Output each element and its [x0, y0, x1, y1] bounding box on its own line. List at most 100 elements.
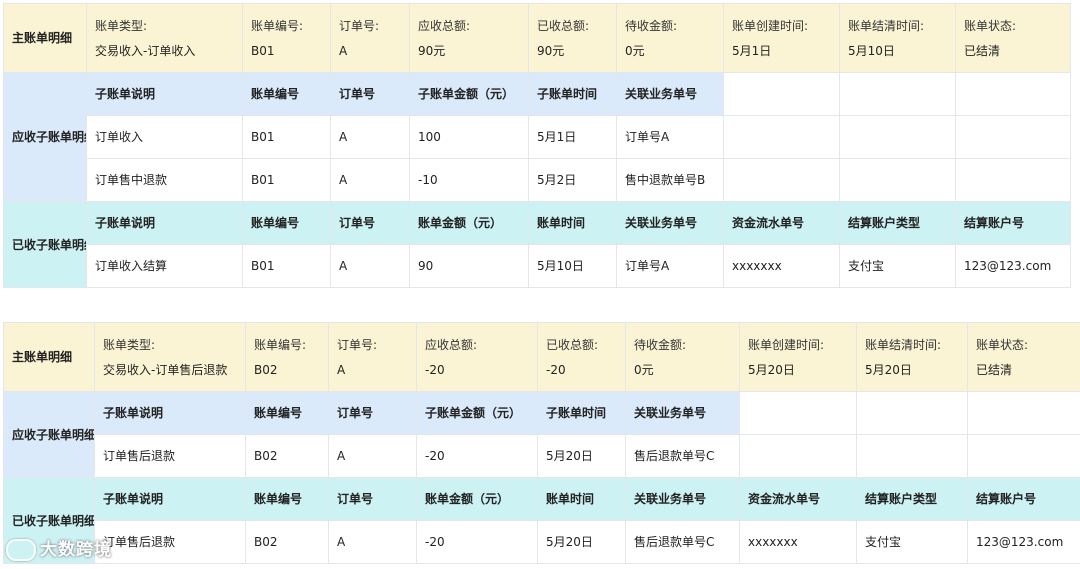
bill-table-b01: 主账单明细 账单类型: 交易收入-订单收入 账单编号: B01 订单号: A 应收总额…	[3, 3, 1071, 288]
table-row: 订单收入 B01 A 100 5月1日 订单号A	[4, 115, 1071, 159]
column-header: 订单号	[328, 391, 417, 435]
cell: 123@123.com	[967, 520, 1080, 564]
empty-cell	[739, 391, 857, 435]
cell: A	[330, 115, 410, 159]
empty-cell	[856, 391, 968, 435]
section-received: 已收子账单明细	[3, 201, 87, 288]
section-receivable: 应收子账单明细	[3, 72, 87, 202]
column-header: 关联业务单号	[616, 72, 724, 116]
table-row: 订单收入结算 B01 A 90 5月10日 订单号A xxxxxxx 支付宝 1…	[4, 244, 1071, 288]
cell: 支付宝	[856, 520, 968, 564]
empty-cell	[839, 158, 956, 202]
cell: 5月2日	[528, 158, 617, 202]
column-header: 订单号	[330, 72, 410, 116]
column-header: 订单号	[328, 477, 417, 521]
column-header: 子账单时间	[537, 391, 626, 435]
field-bill-status: 账单状态: 已结清	[955, 3, 1071, 73]
column-header: 结算账户类型	[839, 201, 956, 245]
empty-cell	[839, 115, 956, 159]
field-total-received: 已收总额: 90元	[528, 3, 617, 73]
field-total-received: 已收总额: -20	[537, 322, 626, 392]
column-header: 账单金额（元）	[416, 477, 538, 521]
main-bill-row: 主账单明细 账单类型: 交易收入-订单售后退款 账单编号: B02 订单号: A 应收…	[3, 322, 1080, 392]
cell: A	[330, 244, 410, 288]
column-header: 账单编号	[242, 72, 331, 116]
empty-cell	[856, 434, 968, 478]
column-header: 关联业务单号	[616, 201, 724, 245]
column-header: 订单号	[330, 201, 410, 245]
cell: 订单号A	[616, 244, 724, 288]
cell: 售后退款单号C	[625, 434, 740, 478]
cell: 123@123.com	[955, 244, 1071, 288]
cell: 订单售中退款	[86, 158, 243, 202]
cell: 5月10日	[528, 244, 617, 288]
column-header: 账单编号	[245, 391, 329, 435]
cell: 订单售后退款	[94, 434, 246, 478]
empty-cell	[739, 434, 857, 478]
cell: 售中退款单号B	[616, 158, 724, 202]
cell: xxxxxxx	[739, 520, 857, 564]
field-pending-amount: 待收金额: 0元	[616, 3, 724, 73]
column-header: 子账单说明	[94, 477, 246, 521]
cell: -20	[416, 434, 538, 478]
field-bill-no: 账单编号: B01	[242, 3, 331, 73]
field-order-no: 订单号: A	[330, 3, 410, 73]
column-header: 子账单时间	[528, 72, 617, 116]
empty-cell	[723, 115, 840, 159]
cell: 100	[409, 115, 529, 159]
empty-cell	[967, 434, 1080, 478]
column-header: 结算账户类型	[856, 477, 968, 521]
column-header: 子账单说明	[86, 201, 243, 245]
cell: B01	[242, 115, 331, 159]
column-header: 结算账户号	[955, 201, 1071, 245]
watermark: 大数跨境	[6, 535, 112, 561]
table-row: 订单售后退款 B02 A -20 5月20日 售后退款单号C xxxxxxx 支…	[4, 520, 1080, 564]
field-settled-time: 账单结清时间: 5月20日	[856, 322, 968, 392]
column-header: 账单金额（元）	[409, 201, 529, 245]
column-header: 账单时间	[528, 201, 617, 245]
column-header: 账单时间	[537, 477, 626, 521]
cell: 90	[409, 244, 529, 288]
table-row: 订单售中退款 B01 A -10 5月2日 售中退款单号B	[4, 158, 1071, 202]
watermark-text: 大数跨境	[40, 540, 112, 560]
cell: 5月20日	[537, 434, 626, 478]
cell: 订单号A	[616, 115, 724, 159]
cell: 订单收入结算	[86, 244, 243, 288]
field-bill-status: 账单状态: 已结清	[967, 322, 1080, 392]
chat-bubble-icon	[6, 539, 36, 561]
column-header: 资金流水单号	[723, 201, 840, 245]
empty-cell	[967, 391, 1080, 435]
column-header: 子账单说明	[86, 72, 243, 116]
field-bill-type: 账单类型: 交易收入-订单收入	[86, 3, 243, 73]
main-bill-row: 主账单明细 账单类型: 交易收入-订单收入 账单编号: B01 订单号: A 应收总额…	[3, 3, 1071, 73]
empty-cell	[723, 158, 840, 202]
cell: 5月1日	[528, 115, 617, 159]
cell: A	[328, 434, 417, 478]
column-header: 子账单说明	[94, 391, 246, 435]
cell: -20	[416, 520, 538, 564]
field-pending-amount: 待收金额: 0元	[625, 322, 740, 392]
empty-cell	[839, 72, 956, 116]
empty-cell	[955, 158, 1071, 202]
section-receivable: 应收子账单明细	[3, 391, 95, 478]
receivable-header-row: 应收子账单明细 子账单说明 账单编号 订单号 子账单金额（元） 子账单时间 关联…	[3, 72, 1071, 202]
column-header: 账单编号	[245, 477, 329, 521]
cell: B01	[242, 158, 331, 202]
cell: 订单售后退款	[94, 520, 246, 564]
column-header: 子账单金额（元）	[409, 72, 529, 116]
cell: B02	[245, 520, 329, 564]
cell: B01	[242, 244, 331, 288]
table-row: 订单售后退款 B02 A -20 5月20日 售后退款单号C	[4, 434, 1080, 478]
field-bill-type: 账单类型: 交易收入-订单售后退款	[94, 322, 246, 392]
column-header: 资金流水单号	[739, 477, 857, 521]
field-total-receivable: 应收总额: -20	[416, 322, 538, 392]
column-header: 账单编号	[242, 201, 331, 245]
field-created-time: 账单创建时间: 5月20日	[739, 322, 857, 392]
field-total-receivable: 应收总额: 90元	[409, 3, 529, 73]
empty-cell	[955, 115, 1071, 159]
cell: 订单收入	[86, 115, 243, 159]
column-header: 关联业务单号	[625, 391, 740, 435]
column-header: 关联业务单号	[625, 477, 740, 521]
field-created-time: 账单创建时间: 5月1日	[723, 3, 840, 73]
column-header: 结算账户号	[967, 477, 1080, 521]
